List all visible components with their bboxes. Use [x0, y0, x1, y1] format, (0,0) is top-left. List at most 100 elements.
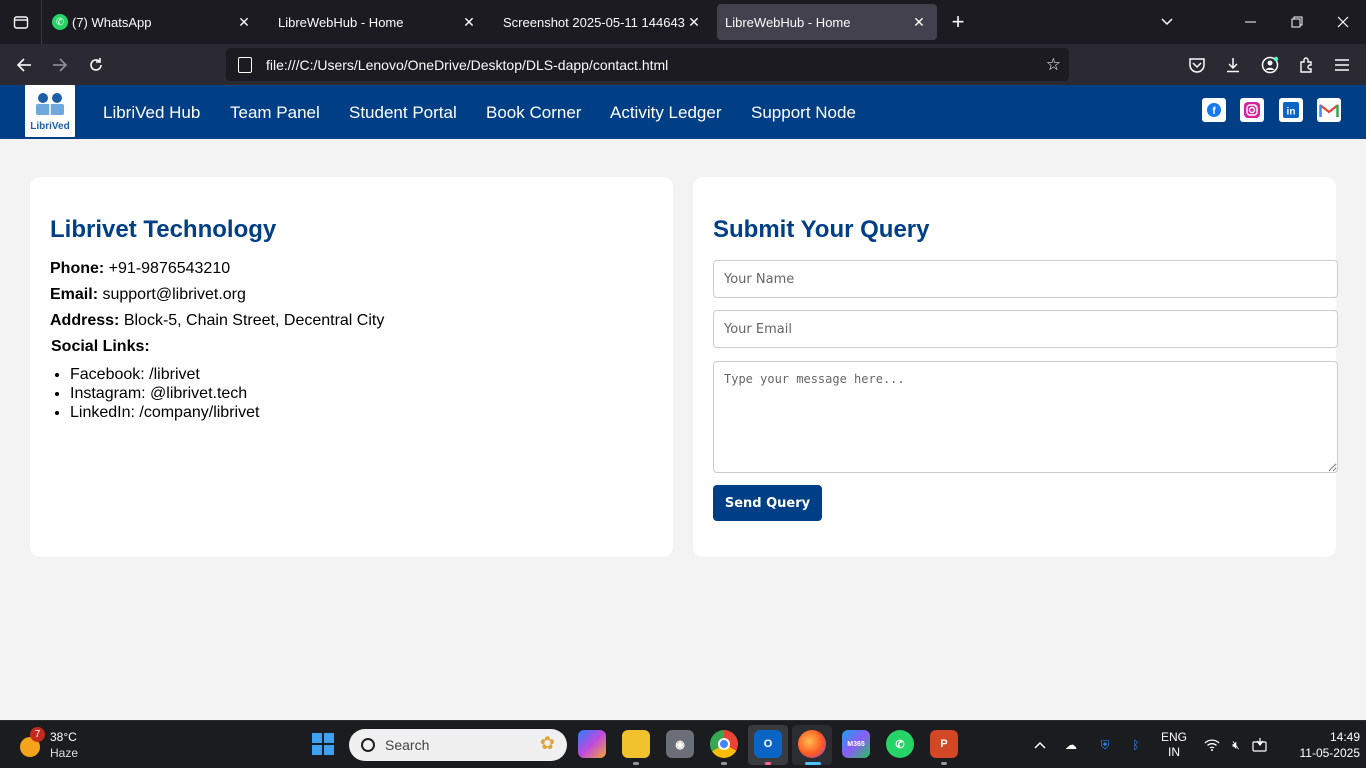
phone-value: +91-9876543210: [108, 260, 231, 277]
close-window-icon[interactable]: [1320, 0, 1366, 44]
nav-librived-hub[interactable]: LibriVed Hub: [103, 103, 200, 123]
copilot-icon[interactable]: [578, 730, 606, 758]
weather-widget[interactable]: 7 38°C Haze: [14, 727, 84, 763]
address-value: Block-5, Chain Street, Decentral City: [123, 312, 385, 329]
message-textarea[interactable]: [713, 361, 1338, 473]
nav-team-panel[interactable]: Team Panel: [230, 103, 320, 123]
hamburger-menu-icon[interactable]: [1331, 54, 1353, 76]
company-heading: Librivet Technology: [50, 216, 277, 243]
whatsapp-icon[interactable]: ✆: [886, 730, 914, 758]
nav-support-node[interactable]: Support Node: [751, 103, 856, 123]
language-code: ENG: [1160, 730, 1187, 744]
email-line: Email: support@librivet.org: [50, 286, 246, 304]
linkedin-icon[interactable]: in: [1279, 98, 1303, 122]
account-icon[interactable]: [1259, 54, 1281, 76]
close-icon[interactable]: ✕: [911, 14, 927, 31]
list-item: LinkedIn: /company/librivet: [70, 403, 259, 422]
search-label: Search: [385, 737, 430, 753]
tab-title: LibreWebHub - Home: [278, 14, 404, 30]
bookmark-star-icon[interactable]: ☆: [1046, 55, 1061, 75]
address-line: Address: Block-5, Chain Street, Decentra…: [50, 312, 384, 330]
pocket-icon[interactable]: [1186, 54, 1208, 76]
security-shield-icon[interactable]: ⛨: [1094, 721, 1116, 768]
taskbar: 7 38°C Haze Search ✿ ◉ O M365 ✆ P ☁ ⛨ ᛒ …: [0, 720, 1366, 768]
url-text: file:///C:/Users/Lenovo/OneDrive/Desktop…: [266, 56, 669, 73]
list-item: Instagram: @librivet.tech: [70, 384, 259, 403]
region-code: IN: [1168, 745, 1180, 759]
temperature: 38°C: [50, 730, 77, 744]
search-icon: [361, 738, 375, 752]
tab-title: Screenshot 2025-05-11 144643.png: [503, 14, 686, 30]
running-indicator: [721, 762, 727, 765]
whatsapp-icon: ✆: [52, 14, 68, 30]
search-highlight-icon: ✿: [539, 733, 555, 753]
taskbar-search[interactable]: Search ✿: [349, 729, 567, 761]
notification-badge: 7: [30, 727, 45, 742]
query-form-card: Submit Your Query Send Query: [693, 177, 1338, 557]
email-label: Email:: [50, 286, 99, 303]
restore-icon[interactable]: [1274, 0, 1320, 44]
language-indicator[interactable]: ENG IN: [1156, 721, 1192, 768]
url-bar[interactable]: file:///C:/Users/Lenovo/OneDrive/Desktop…: [226, 48, 1069, 81]
tab-librewebhub-1[interactable]: LibreWebHub - Home ✕: [262, 4, 487, 40]
tab-title: LibreWebHub - Home: [725, 14, 851, 30]
nav-activity-ledger[interactable]: Activity Ledger: [610, 103, 722, 123]
tab-screenshot[interactable]: Screenshot 2025-05-11 144643.png ✕: [487, 4, 712, 40]
extensions-icon[interactable]: [1295, 54, 1317, 76]
list-item: Facebook: /librivet: [70, 365, 259, 384]
new-tab-button[interactable]: +: [937, 9, 979, 35]
logo-text: LibriVed: [30, 121, 70, 132]
nav-book-corner[interactable]: Book Corner: [486, 103, 581, 123]
site-logo[interactable]: LibriVed: [25, 85, 75, 137]
bluetooth-icon[interactable]: ᛒ: [1126, 721, 1146, 768]
volume-muted-icon[interactable]: 🔇︎: [1226, 721, 1246, 768]
onedrive-offline-icon[interactable]: ☁: [1060, 721, 1082, 768]
windows-start-icon[interactable]: [312, 733, 334, 755]
tab-title: (7) WhatsApp: [72, 14, 152, 30]
battery-charging-icon[interactable]: [1250, 721, 1270, 768]
outlook-icon[interactable]: O: [754, 730, 782, 758]
downloads-icon[interactable]: [1222, 54, 1244, 76]
running-indicator: [633, 762, 639, 765]
clock[interactable]: 14:49 11-05-2025: [1280, 721, 1361, 768]
form-heading: Submit Your Query: [713, 216, 930, 243]
address-label: Address:: [50, 312, 120, 329]
send-query-button[interactable]: Send Query: [713, 485, 822, 521]
phone-label: Phone:: [50, 260, 105, 277]
weather-condition: Haze: [50, 746, 79, 760]
list-all-tabs-icon[interactable]: [0, 0, 42, 44]
svg-text:in: in: [1287, 107, 1296, 118]
tab-overflow-chevron-icon[interactable]: [1144, 0, 1190, 44]
firefox-icon[interactable]: [798, 730, 826, 758]
m365-icon[interactable]: M365: [842, 730, 870, 758]
nav-student-portal[interactable]: Student Portal: [349, 103, 457, 123]
name-input[interactable]: [713, 260, 1338, 298]
instagram-icon[interactable]: [1240, 98, 1264, 122]
back-arrow-icon[interactable]: [11, 52, 37, 78]
active-indicator: [805, 762, 821, 765]
camera-icon[interactable]: ◉: [666, 730, 694, 758]
chrome-icon[interactable]: [710, 730, 738, 758]
reload-icon[interactable]: [83, 52, 109, 78]
social-links-list: Facebook: /librivet Instagram: @librivet…: [70, 365, 259, 422]
social-links-heading: Social Links:: [51, 338, 150, 355]
tab-librewebhub-active[interactable]: LibreWebHub - Home ✕: [717, 4, 937, 40]
close-icon[interactable]: ✕: [236, 14, 252, 31]
file-explorer-icon[interactable]: [622, 730, 650, 758]
logo-readers-icon: [36, 93, 64, 115]
wifi-icon[interactable]: [1202, 721, 1222, 768]
gmail-icon[interactable]: [1317, 98, 1341, 122]
clock-time: 14:49: [1329, 730, 1360, 744]
show-hidden-icons-chevron-icon[interactable]: [1030, 721, 1050, 768]
minimize-icon[interactable]: [1228, 0, 1274, 44]
forward-arrow-icon[interactable]: [47, 52, 73, 78]
close-icon[interactable]: ✕: [461, 14, 477, 31]
phone-line: Phone: +91-9876543210: [50, 260, 230, 278]
tab-whatsapp[interactable]: ✆ (7) WhatsApp ✕: [42, 4, 262, 40]
page-icon: [238, 56, 252, 73]
email-input[interactable]: [713, 310, 1338, 348]
facebook-icon[interactable]: f: [1202, 98, 1226, 122]
browser-tab-bar: ✆ (7) WhatsApp ✕ LibreWebHub - Home ✕ Sc…: [0, 0, 1366, 44]
powerpoint-icon[interactable]: P: [930, 730, 958, 758]
close-icon[interactable]: ✕: [686, 14, 702, 31]
